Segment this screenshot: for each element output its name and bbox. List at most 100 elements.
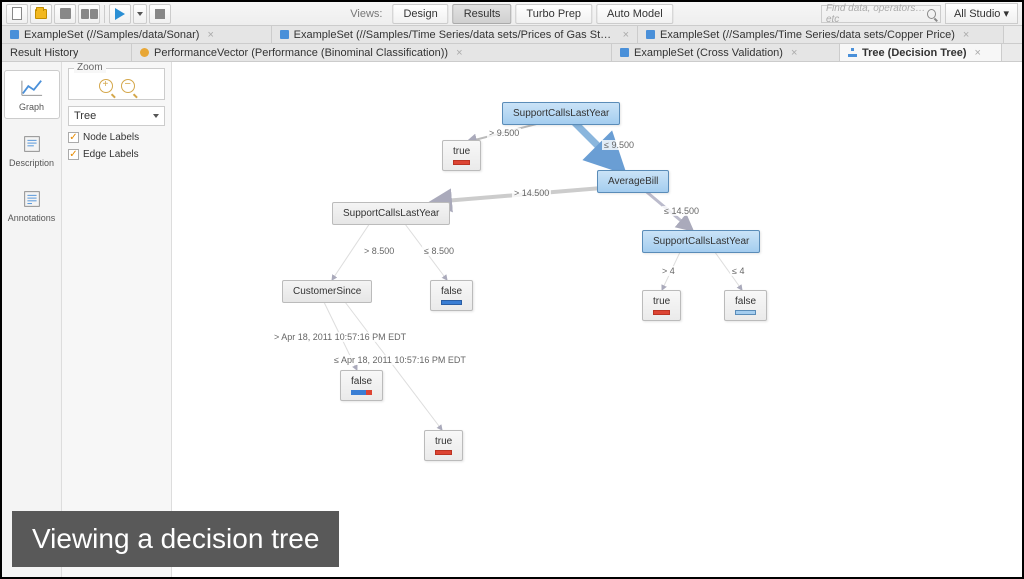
tab-label: ExampleSet (//Samples/Time Series/data s… xyxy=(294,29,615,41)
run-button[interactable] xyxy=(109,4,131,24)
checkbox-icon: ✓ xyxy=(68,132,79,143)
node-labels-checkbox[interactable]: ✓ Node Labels xyxy=(68,132,165,143)
save-all-button[interactable] xyxy=(78,4,100,24)
stop-button[interactable] xyxy=(149,4,171,24)
close-icon[interactable]: × xyxy=(963,29,969,41)
node-avg[interactable]: AverageBill xyxy=(597,170,669,193)
edge-label: > 14.500 xyxy=(512,188,551,198)
close-icon[interactable]: × xyxy=(623,29,629,41)
zoom-out-button[interactable] xyxy=(121,79,135,93)
edge-label: > 4 xyxy=(660,266,677,276)
tab-copper[interactable]: ExampleSet (//Samples/Time Series/data s… xyxy=(638,26,1004,43)
tab-label: Result History xyxy=(10,47,78,59)
leaf-false2[interactable]: false xyxy=(724,290,767,321)
leaf-false1[interactable]: false xyxy=(430,280,473,311)
tab-result-history[interactable]: Result History xyxy=(2,44,132,61)
separator xyxy=(104,5,105,23)
leaf-true3[interactable]: true xyxy=(424,430,463,461)
tab-cross-validation[interactable]: ExampleSet (Cross Validation) × xyxy=(612,44,840,61)
tab-label: ExampleSet (Cross Validation) xyxy=(634,47,783,59)
top-toolbar: Views: Design Results Turbo Prep Auto Mo… xyxy=(2,2,1022,26)
file-icon xyxy=(12,7,22,20)
view-sidebar: Graph Description Annotations xyxy=(2,62,62,577)
view-turbo-prep[interactable]: Turbo Prep xyxy=(515,4,592,24)
zoom-box: Zoom xyxy=(68,68,165,100)
edge-labels-checkbox[interactable]: ✓ Edge Labels xyxy=(68,149,165,160)
tabs-row-1: ExampleSet (//Samples/data/Sonar) × Examp… xyxy=(2,26,1022,44)
tree-edges xyxy=(172,62,1022,577)
edge-label: ≤ 9.500 xyxy=(602,140,636,150)
tab-gas[interactable]: ExampleSet (//Samples/Time Series/data s… xyxy=(272,26,638,43)
edge-label: ≤ Apr 18, 2011 10:57:16 PM EDT xyxy=(332,355,468,365)
leaf-label: true xyxy=(453,146,470,157)
tab-decision-tree[interactable]: Tree (Decision Tree) × xyxy=(840,44,1002,61)
data-icon xyxy=(10,30,19,39)
tab-label: ExampleSet (//Samples/Time Series/data s… xyxy=(660,29,955,41)
node-cust[interactable]: CustomerSince xyxy=(282,280,372,303)
sidebar-label: Graph xyxy=(19,102,44,112)
view-design[interactable]: Design xyxy=(392,4,448,24)
perf-icon xyxy=(140,48,149,57)
view-auto-model[interactable]: Auto Model xyxy=(596,4,674,24)
edge-label: > 9.500 xyxy=(487,128,521,138)
graph-icon xyxy=(20,77,44,99)
open-button[interactable] xyxy=(30,4,52,24)
zoom-title: Zoom xyxy=(74,62,106,73)
run-dropdown[interactable] xyxy=(133,4,147,24)
folder-icon xyxy=(35,9,47,19)
search-placeholder: Find data, operators…etc xyxy=(826,3,927,25)
views-switcher: Views: Design Results Turbo Prep Auto Mo… xyxy=(350,4,673,24)
leaf-false3[interactable]: false xyxy=(340,370,383,401)
tab-label: PerformanceVector (Performance (Binomina… xyxy=(154,47,448,59)
save-button[interactable] xyxy=(54,4,76,24)
zoom-in-button[interactable] xyxy=(99,79,113,93)
sidebar-description[interactable]: Description xyxy=(4,127,60,174)
leaf-label: false xyxy=(735,296,756,307)
data-icon xyxy=(646,30,655,39)
new-button[interactable] xyxy=(6,4,28,24)
leaf-true2[interactable]: true xyxy=(642,290,681,321)
checkbox-icon: ✓ xyxy=(68,149,79,160)
node-sup2[interactable]: SupportCallsLastYear xyxy=(332,202,450,225)
edge-label: ≤ 4 xyxy=(730,266,746,276)
node-sup3[interactable]: SupportCallsLastYear xyxy=(642,230,760,253)
close-icon[interactable]: × xyxy=(975,47,981,59)
checkbox-label: Node Labels xyxy=(83,132,139,143)
close-icon[interactable]: × xyxy=(791,47,797,59)
stop-icon xyxy=(155,9,165,19)
play-icon xyxy=(115,8,125,20)
sidebar-annotations[interactable]: Annotations xyxy=(4,182,60,229)
tree-canvas[interactable]: SupportCallsLastYear AverageBill Support… xyxy=(172,62,1022,577)
tab-label: ExampleSet (//Samples/data/Sonar) xyxy=(24,29,199,41)
view-results[interactable]: Results xyxy=(453,4,512,24)
caption-overlay: Viewing a decision tree xyxy=(12,511,339,567)
search-input[interactable]: Find data, operators…etc xyxy=(821,5,941,23)
search-icon xyxy=(927,9,936,19)
leaf-true1[interactable]: true xyxy=(442,140,481,171)
data-icon xyxy=(280,30,289,39)
tab-label: Tree (Decision Tree) xyxy=(862,47,967,59)
view-mode-select[interactable]: Tree xyxy=(68,106,165,126)
select-value: Tree xyxy=(74,110,96,122)
tab-performance[interactable]: PerformanceVector (Performance (Binomina… xyxy=(132,44,612,61)
close-icon[interactable]: × xyxy=(207,29,213,41)
views-label: Views: xyxy=(350,8,382,20)
leaf-label: true xyxy=(653,296,670,307)
chevron-down-icon xyxy=(153,114,159,118)
sidebar-graph[interactable]: Graph xyxy=(4,70,60,119)
checkbox-label: Edge Labels xyxy=(83,149,139,160)
tab-sonar[interactable]: ExampleSet (//Samples/data/Sonar) × xyxy=(2,26,272,43)
description-icon xyxy=(20,133,44,155)
studio-dropdown[interactable]: All Studio ▾ xyxy=(945,3,1018,24)
main-area: Graph Description Annotations Zoom Tree … xyxy=(2,62,1022,577)
leaf-label: false xyxy=(351,376,372,387)
control-panel: Zoom Tree ✓ Node Labels ✓ Edge Labels xyxy=(62,62,172,577)
tabs-row-2: Result History PerformanceVector (Perfor… xyxy=(2,44,1022,62)
chevron-down-icon xyxy=(137,12,143,16)
close-icon[interactable]: × xyxy=(456,47,462,59)
edge-label: > Apr 18, 2011 10:57:16 PM EDT xyxy=(272,332,408,342)
node-root[interactable]: SupportCallsLastYear xyxy=(502,102,620,125)
search-area: Find data, operators…etc All Studio ▾ xyxy=(821,3,1018,24)
leaf-label: true xyxy=(435,436,452,447)
sidebar-label: Annotations xyxy=(8,213,56,223)
